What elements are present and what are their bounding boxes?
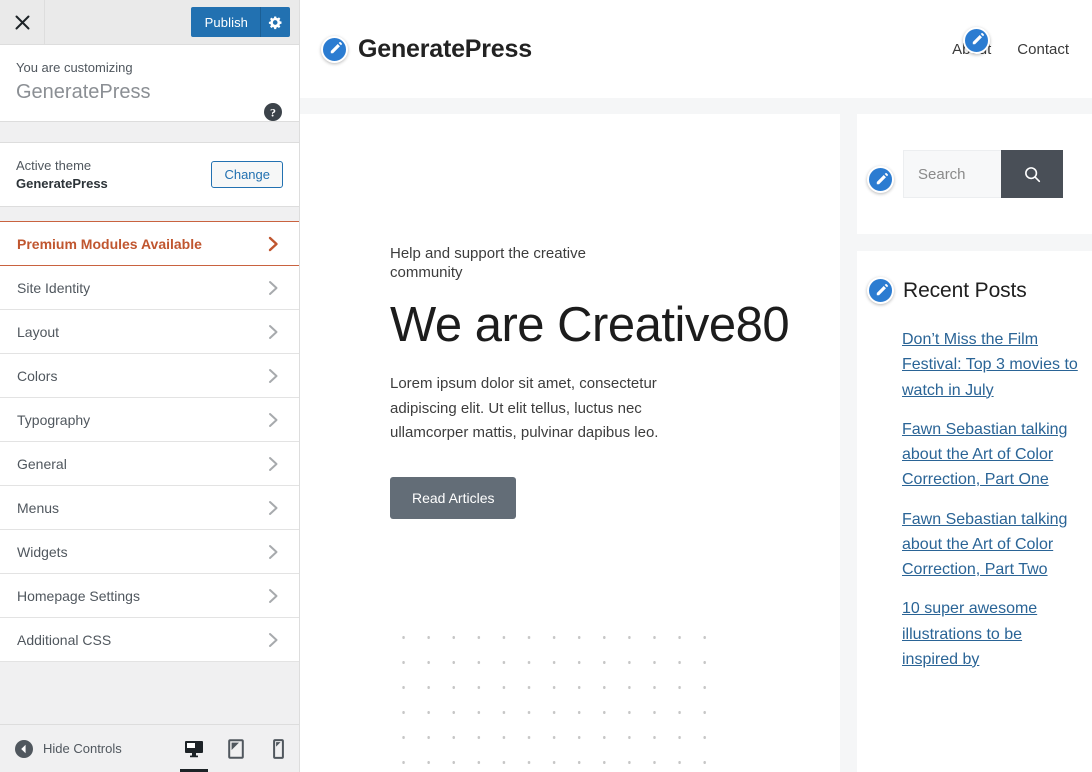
recent-posts-header: Recent Posts bbox=[857, 277, 1092, 304]
active-theme-row: Active theme GeneratePress Change bbox=[0, 143, 299, 208]
customizer-footer: Hide Controls bbox=[0, 724, 299, 772]
sidebar-item-label: Menus bbox=[17, 499, 60, 516]
chevron-right-icon bbox=[269, 588, 278, 603]
post-link[interactable]: Fawn Sebastian talking about the Art of … bbox=[902, 511, 1067, 579]
customizer-sidebar: Publish You are customizing GeneratePres… bbox=[0, 0, 300, 772]
device-mobile-button[interactable] bbox=[257, 725, 299, 772]
sidebar-item-typography[interactable]: Typography bbox=[0, 398, 299, 443]
sidebar-item-label: Premium Modules Available bbox=[17, 235, 202, 252]
sidebar-item-label: Site Identity bbox=[17, 279, 91, 296]
chevron-right-icon bbox=[269, 456, 278, 471]
site-sidebar: Recent Posts Don’t Miss the Film Festiva… bbox=[857, 114, 1092, 772]
hide-controls-label: Hide Controls bbox=[43, 741, 122, 756]
recent-posts-list: Don’t Miss the Film Festival: Top 3 movi… bbox=[857, 327, 1092, 672]
sidebar-item-label: Additional CSS bbox=[17, 631, 112, 648]
close-icon[interactable] bbox=[0, 0, 45, 44]
recent-posts-widget: Recent Posts Don’t Miss the Film Festiva… bbox=[857, 251, 1092, 772]
post-link[interactable]: Don’t Miss the Film Festival: Top 3 movi… bbox=[902, 331, 1078, 399]
nav-link-contact[interactable]: Contact bbox=[1017, 41, 1069, 58]
chevron-right-icon bbox=[269, 632, 278, 647]
site-header: GeneratePress About Contact bbox=[300, 0, 1092, 98]
device-desktop-button[interactable] bbox=[173, 725, 215, 772]
sidebar-item-site-identity[interactable]: Site Identity bbox=[0, 266, 299, 311]
hero-paragraph: Lorem ipsum dolor sit amet, consectetur … bbox=[390, 375, 659, 441]
sidebar-item-widgets[interactable]: Widgets bbox=[0, 530, 299, 575]
page-title: GeneratePress bbox=[16, 81, 151, 104]
read-articles-button[interactable]: Read Articles bbox=[390, 477, 517, 520]
sidebar-item-label: Homepage Settings bbox=[17, 587, 140, 604]
edit-pencil-icon[interactable] bbox=[867, 277, 894, 304]
hide-controls-button[interactable]: Hide Controls bbox=[14, 739, 122, 759]
active-theme-label: Active theme bbox=[16, 158, 92, 174]
chevron-right-icon bbox=[268, 236, 278, 251]
publish-button[interactable]: Publish bbox=[190, 7, 260, 37]
customizer-title-block: You are customizing GeneratePress ? bbox=[0, 45, 299, 123]
chevron-right-icon bbox=[269, 368, 278, 383]
sidebar-item-premium-modules[interactable]: Premium Modules Available bbox=[0, 221, 299, 267]
chevron-right-icon bbox=[269, 544, 278, 559]
gear-icon[interactable] bbox=[260, 7, 290, 37]
edit-pencil-icon[interactable] bbox=[321, 35, 348, 63]
sidebar-item-additional-css[interactable]: Additional CSS bbox=[0, 618, 299, 663]
search-input[interactable] bbox=[903, 150, 1001, 198]
publish-group: Publish bbox=[190, 0, 299, 44]
chevron-right-icon bbox=[269, 324, 278, 339]
active-theme-name: GeneratePress bbox=[16, 175, 108, 191]
sidebar-item-label: Layout bbox=[17, 323, 60, 340]
search-submit-button[interactable] bbox=[1001, 150, 1063, 198]
sidebar-item-layout[interactable]: Layout bbox=[0, 310, 299, 355]
list-item: Fawn Sebastian talking about the Art of … bbox=[902, 417, 1082, 493]
edit-pencil-icon[interactable] bbox=[867, 166, 894, 193]
active-theme-text: Active theme GeneratePress bbox=[16, 157, 108, 192]
customizing-label: You are customizing bbox=[16, 60, 133, 75]
list-item: Fawn Sebastian talking about the Art of … bbox=[902, 507, 1082, 583]
svg-text:?: ? bbox=[270, 106, 276, 120]
sidebar-item-homepage-settings[interactable]: Homepage Settings bbox=[0, 574, 299, 619]
sidebar-item-label: Widgets bbox=[17, 543, 68, 560]
action-bar-spacer bbox=[45, 0, 191, 44]
tablet-icon bbox=[228, 738, 244, 759]
sidebar-item-label: Typography bbox=[17, 411, 91, 428]
hero-section: Help and support the creative community … bbox=[300, 114, 840, 520]
header-bottom-strip bbox=[300, 98, 1092, 114]
hero-title: We are Creative80 bbox=[390, 298, 790, 353]
sidebar-item-general[interactable]: General bbox=[0, 442, 299, 487]
widget-title: Recent Posts bbox=[903, 278, 1027, 302]
post-link[interactable]: 10 super awesome illustrations to be ins… bbox=[902, 600, 1037, 668]
customizer-section-list: Premium Modules Available Site Identity … bbox=[0, 221, 299, 724]
sidebar-item-label: Colors bbox=[17, 367, 58, 384]
chevron-right-icon bbox=[269, 280, 278, 295]
collapse-arrow-icon bbox=[15, 739, 33, 758]
panel-divider bbox=[0, 122, 299, 144]
sidebar-item-menus[interactable]: Menus bbox=[0, 486, 299, 531]
list-item: Don’t Miss the Film Festival: Top 3 movi… bbox=[902, 327, 1082, 403]
device-preview-switcher bbox=[173, 725, 299, 772]
sidebar-item-label: General bbox=[17, 455, 67, 472]
mobile-icon bbox=[272, 738, 284, 759]
customizer-action-bar: Publish bbox=[0, 0, 299, 45]
chevron-right-icon bbox=[269, 500, 278, 515]
site-body: Help and support the creative community … bbox=[300, 114, 1092, 772]
primary-navigation: About Contact bbox=[952, 26, 1092, 58]
chevron-right-icon bbox=[269, 412, 278, 427]
search-form bbox=[903, 150, 1063, 198]
change-theme-button[interactable]: Change bbox=[211, 161, 283, 189]
main-content-area: Help and support the creative community … bbox=[300, 114, 840, 772]
list-item: 10 super awesome illustrations to be ins… bbox=[902, 596, 1082, 672]
device-tablet-button[interactable] bbox=[215, 725, 257, 772]
site-title-link[interactable]: GeneratePress bbox=[358, 35, 532, 64]
edit-pencil-icon[interactable] bbox=[963, 26, 991, 54]
help-icon[interactable]: ? bbox=[263, 102, 283, 122]
customizer-app: Publish You are customizing GeneratePres… bbox=[0, 0, 1092, 772]
section-list-spacer bbox=[0, 207, 299, 222]
search-widget bbox=[857, 114, 1092, 234]
desktop-icon bbox=[185, 740, 203, 757]
site-branding: GeneratePress bbox=[321, 35, 532, 64]
post-link[interactable]: Fawn Sebastian talking about the Art of … bbox=[902, 421, 1067, 489]
site-preview: GeneratePress About Contact Help and sup… bbox=[300, 0, 1092, 772]
sidebar-item-colors[interactable]: Colors bbox=[0, 354, 299, 399]
hero-kicker: Help and support the creative community bbox=[390, 245, 586, 282]
search-icon bbox=[1024, 166, 1040, 182]
decorative-dot-pattern bbox=[390, 624, 710, 772]
